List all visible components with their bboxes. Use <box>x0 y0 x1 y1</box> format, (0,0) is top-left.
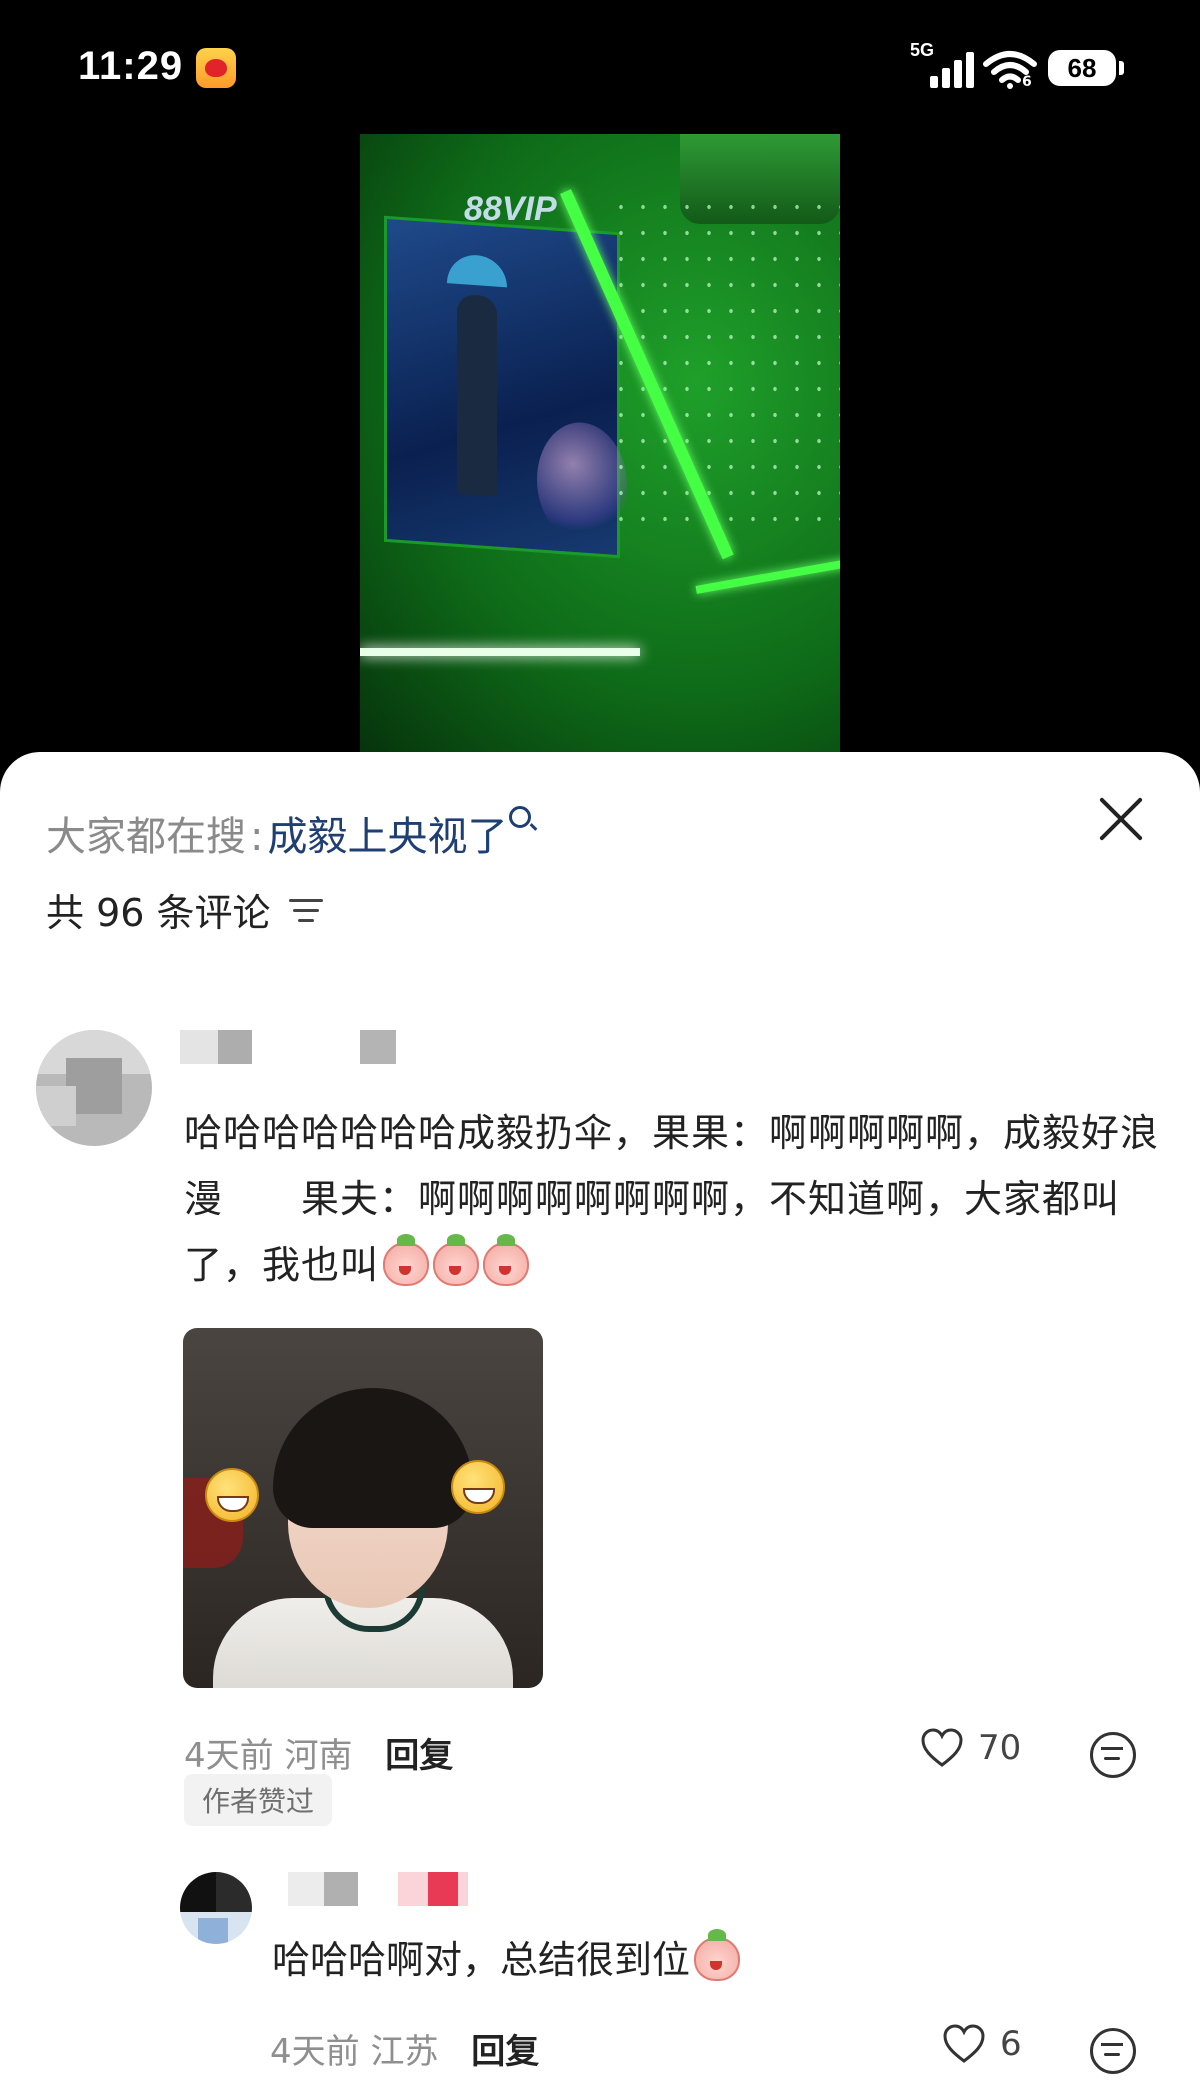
grin-icon <box>451 1460 505 1514</box>
avatar[interactable] <box>180 1872 252 1944</box>
comment-count-row: 共 96 条评论 <box>46 882 323 937</box>
like-button[interactable]: 6 <box>942 2024 1022 2064</box>
stage-edge <box>695 558 840 594</box>
trending-search[interactable]: 大家都在搜: 成毅上央视了 <box>46 804 532 862</box>
comment-meta: 4天前 河南 回复 <box>184 1728 453 1777</box>
signal-icon <box>928 48 978 88</box>
battery-icon: 68 <box>1048 50 1124 86</box>
stage-screen <box>384 215 627 559</box>
reply-body: 哈哈哈啊对，总结很到位 <box>272 1938 691 1982</box>
trending-separator: : <box>250 814 264 860</box>
comment-text: 哈哈哈哈哈哈哈成毅扔伞，果果：啊啊啊啊啊，成毅好浪漫 果夫：啊啊啊啊啊啊啊啊，不… <box>184 1100 1164 1298</box>
react-icon[interactable] <box>1090 2028 1136 2074</box>
cry-laugh-icon <box>383 1234 430 1286</box>
image-hair <box>273 1388 473 1528</box>
status-time: 11:29 <box>78 44 184 88</box>
weibo-app-icon <box>196 48 236 88</box>
umbrella-shape <box>447 253 507 288</box>
close-icon[interactable] <box>1096 794 1146 844</box>
status-bar: 11:29 5G 6 68 <box>0 0 1200 130</box>
heart-icon <box>920 1728 964 1768</box>
reply-location: 江苏 <box>370 2032 439 2072</box>
author-liked-badge: 作者赞过 <box>184 1774 333 1826</box>
react-icon[interactable] <box>1090 1732 1136 1778</box>
like-button[interactable]: 70 <box>920 1728 1021 1768</box>
sort-icon[interactable] <box>288 897 323 923</box>
search-icon <box>509 806 532 828</box>
trending-prefix: 大家都在搜 <box>46 814 246 860</box>
cry-laugh-icon <box>433 1234 480 1286</box>
comment-body: 哈哈哈哈哈哈哈成毅扔伞，果果：啊啊啊啊啊，成毅好浪漫 果夫：啊啊啊啊啊啊啊啊，不… <box>184 1111 1160 1287</box>
heart-icon <box>942 2024 986 2064</box>
vip-sign: 88VIP <box>464 190 557 228</box>
trending-query[interactable]: 成毅上央视了 <box>267 814 507 860</box>
comment-count: 共 96 条评论 <box>46 891 271 935</box>
comment-time: 4天前 <box>184 1736 274 1776</box>
username-blurred[interactable] <box>288 1872 488 1906</box>
like-count: 6 <box>1000 2024 1022 2064</box>
stage-light <box>360 648 640 656</box>
cry-laugh-icon <box>694 1929 741 1981</box>
like-count: 70 <box>978 1728 1022 1768</box>
grin-icon <box>205 1468 259 1522</box>
reply-button[interactable]: 回复 <box>385 1736 453 1776</box>
video-thumbnail[interactable]: 88VIP <box>360 134 840 754</box>
reply-meta: 4天前 江苏 回复 <box>270 2024 539 2073</box>
wifi-sub-label: 6 <box>1022 74 1032 90</box>
reply-time: 4天前 <box>270 2032 360 2072</box>
performer-shape <box>457 293 497 497</box>
video-area: 11:29 5G 6 68 88VIP <box>0 0 1200 760</box>
reply-button[interactable]: 回复 <box>471 2032 539 2072</box>
comments-sheet: 大家都在搜: 成毅上央视了 共 96 条评论 哈哈哈哈哈哈哈成毅扔伞，果果：啊啊啊… <box>0 752 1200 2095</box>
cry-laugh-icon <box>483 1234 530 1286</box>
battery-level: 68 <box>1067 52 1097 83</box>
avatar[interactable] <box>36 1030 152 1146</box>
username-blurred[interactable] <box>180 1030 400 1064</box>
reply-text: 哈哈哈啊对，总结很到位 <box>272 1929 741 1986</box>
comment-location: 河南 <box>284 1736 353 1776</box>
comment-image[interactable] <box>183 1328 543 1688</box>
